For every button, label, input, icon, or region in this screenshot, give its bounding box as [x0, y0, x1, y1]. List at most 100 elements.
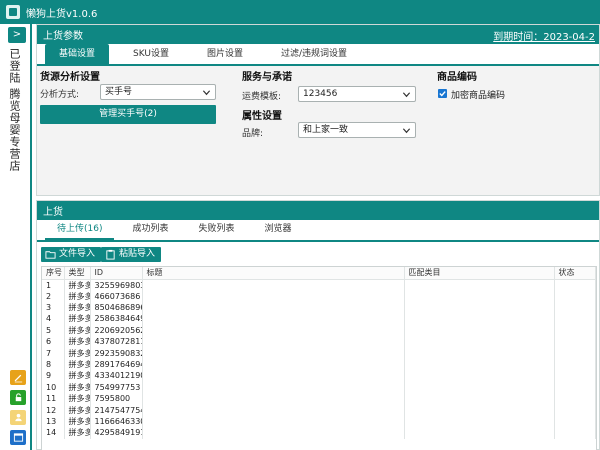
brand-value: 和上家一致 — [303, 125, 349, 135]
edit-icon[interactable] — [10, 370, 26, 385]
pending-table: 序号 类型 ID 标题 匹配类目 状态 1拼多多3255969803562拼多多… — [41, 266, 597, 450]
column-header[interactable]: 类型 — [64, 267, 91, 280]
table-cell — [554, 393, 596, 405]
table-cell: 754997753 — [90, 381, 143, 394]
table-cell — [142, 393, 405, 405]
lock-icon[interactable] — [10, 390, 26, 405]
collapse-button[interactable]: > — [8, 27, 26, 43]
table-cell: 拼多多 — [64, 301, 91, 314]
brand-select[interactable]: 和上家一致 — [298, 122, 416, 138]
table-cell: 466073686 — [90, 290, 143, 302]
table-cell — [142, 290, 405, 302]
table-cell: 拼多多 — [64, 279, 91, 291]
table-cell: 5 — [42, 324, 65, 337]
column-header[interactable]: 状态 — [554, 267, 596, 280]
encrypt-code-label: 加密商品编码 — [451, 91, 506, 101]
table-row[interactable]: 14拼多多429584919159 — [42, 427, 596, 439]
login-status: 已登陆 — [8, 48, 21, 84]
table-row[interactable]: 3拼多多8504686896 — [42, 301, 596, 314]
tab-sku-settings[interactable]: SKU设置 — [119, 44, 183, 64]
table-cell — [404, 404, 555, 416]
user-icon[interactable] — [10, 410, 26, 425]
table-cell: 拼多多 — [64, 381, 91, 394]
clipboard-icon — [106, 249, 115, 260]
column-header[interactable]: ID — [90, 267, 143, 280]
table-cell — [554, 404, 596, 416]
tab-image-settings[interactable]: 图片设置 — [193, 44, 257, 64]
window-icon[interactable] — [10, 430, 26, 445]
table-row[interactable]: 12拼多多214754775497 — [42, 404, 596, 416]
table-cell — [554, 279, 596, 291]
expire-date-link[interactable]: 到期时间：2023-04-2 — [493, 28, 595, 43]
table-cell — [554, 370, 596, 382]
upload-panel: 上货 待上传(16) 成功列表 失败列表 浏览器 文件导入 粘贴导入 序号 类型… — [36, 200, 600, 450]
table-row[interactable]: 4拼多多258638464967 — [42, 313, 596, 325]
table-cell: 拼多多 — [64, 370, 91, 382]
table-cell: 1 — [42, 279, 65, 291]
table-cell: 6 — [42, 336, 65, 348]
table-cell — [142, 427, 405, 439]
table-cell: 10 — [42, 381, 65, 394]
table-cell — [404, 313, 555, 325]
table-row[interactable]: 9拼多多433401219016 — [42, 370, 596, 382]
attributes-title: 属性设置 — [242, 111, 282, 122]
app-title: 懒狗上货v1.0.6 — [26, 8, 98, 20]
table-cell — [554, 347, 596, 359]
table-row[interactable]: 1拼多多325596980356 — [42, 279, 596, 291]
analysis-method-value: 买手号 — [105, 87, 133, 97]
column-header[interactable]: 匹配类目 — [404, 267, 555, 280]
table-row[interactable]: 7拼多多292359083245 — [42, 347, 596, 359]
table-cell — [404, 415, 555, 428]
table-cell: 14 — [42, 427, 65, 439]
tab-basic-settings[interactable]: 基础设置 — [45, 44, 110, 64]
upload-tabs: 待上传(16) 成功列表 失败列表 浏览器 — [37, 220, 599, 242]
table-cell: 214754775497 — [90, 404, 143, 416]
encrypt-code-checkbox[interactable] — [438, 89, 447, 98]
table-cell: 325596980356 — [90, 279, 143, 291]
brand-label: 品牌: — [242, 129, 264, 139]
table-cell — [554, 313, 596, 325]
table-cell — [404, 370, 555, 382]
table-cell: 8504686896 — [90, 301, 143, 314]
table-cell — [404, 336, 555, 348]
table-row[interactable]: 6拼多多437807281187 — [42, 336, 596, 348]
table-cell: 8 — [42, 358, 65, 371]
table-row[interactable]: 10拼多多754997753 — [42, 381, 596, 394]
table-cell — [142, 404, 405, 416]
analysis-method-select[interactable]: 买手号 — [100, 84, 216, 100]
table-cell — [404, 393, 555, 405]
table-cell — [142, 279, 405, 291]
check-icon — [439, 91, 446, 97]
table-cell — [404, 324, 555, 337]
chevron-down-icon — [402, 128, 411, 134]
tab-pending-upload[interactable]: 待上传(16) — [45, 218, 115, 240]
table-row[interactable]: 2拼多多466073686 — [42, 290, 596, 302]
table-cell: 258638464967 — [90, 313, 143, 325]
table-cell — [142, 370, 405, 382]
shipping-template-select[interactable]: 123456 — [298, 86, 416, 102]
tab-filter-settings[interactable]: 过滤/违规词设置 — [267, 44, 361, 64]
table-cell — [554, 336, 596, 348]
table-row[interactable]: 13拼多多116664633091 — [42, 415, 596, 428]
paste-import-button[interactable]: 粘贴导入 — [101, 247, 162, 262]
manage-buyer-accounts-button[interactable]: 管理买手号(2) — [40, 105, 216, 124]
column-header[interactable]: 标题 — [142, 267, 405, 280]
table-cell: 拼多多 — [64, 415, 91, 428]
table-cell: 429584919159 — [90, 427, 143, 439]
table-row[interactable]: 5拼多多220692056245 — [42, 324, 596, 337]
tab-browser[interactable]: 浏览器 — [253, 218, 304, 240]
table-cell: 拼多多 — [64, 313, 91, 325]
tab-failed-list[interactable]: 失败列表 — [187, 218, 247, 240]
file-import-button[interactable]: 文件导入 — [41, 247, 102, 262]
table-cell — [142, 313, 405, 325]
table-cell — [142, 336, 405, 348]
title-bar: 懒狗上货v1.0.6 — [0, 0, 600, 24]
table-cell: 11 — [42, 393, 65, 405]
column-header[interactable]: 序号 — [42, 267, 65, 280]
table-row[interactable]: 8拼多多289176469446 — [42, 358, 596, 371]
left-sidebar: > 已登陆 腾览母婴专营店 — [0, 24, 32, 450]
table-cell — [404, 290, 555, 302]
shop-name: 腾览母婴专营店 — [8, 88, 21, 172]
table-row[interactable]: 11拼多多7595800 — [42, 393, 596, 405]
tab-success-list[interactable]: 成功列表 — [120, 218, 180, 240]
